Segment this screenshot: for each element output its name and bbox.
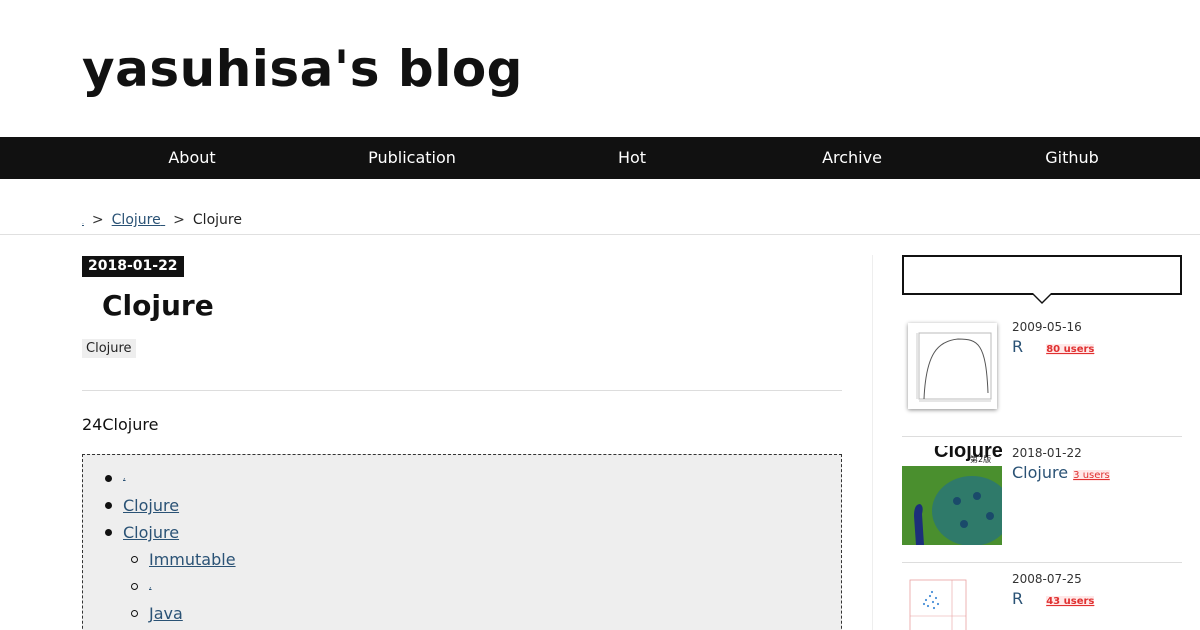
breadcrumb-divider [0,234,1200,235]
nav-bar: About Publication Hot Archive Github [0,137,1200,179]
list-bullet [105,529,112,536]
hot-entry-title[interactable]: Clojure 3 users [1012,463,1110,482]
nav-archive[interactable]: Archive [742,137,962,179]
nav-hot[interactable]: Hot [522,137,742,179]
post-date-badge[interactable]: 2018-01-22 [82,256,184,277]
breadcrumb-separator: > [173,212,185,228]
breadcrumb: . > Clojure > Clojure [82,212,242,228]
list-bullet [131,610,138,617]
hot-entry-date: 2018-01-22 [1012,446,1082,460]
nav-publication[interactable]: Publication [302,137,522,179]
hot-entry-title-text[interactable]: R [1012,337,1023,356]
site-title[interactable]: yasuhisa's blog [82,40,523,98]
post-main: 2018-01-22 Clojure Clojure 24Clojure , C… [82,255,842,630]
hot-entry-date: 2009-05-16 [1012,320,1082,334]
toc-item[interactable]: Java [149,604,183,623]
hot-entry-divider [902,562,1182,563]
hot-entry-divider [902,436,1182,437]
toc-item[interactable]: Clojure [123,496,179,515]
hot-entry-title[interactable]: R 43 users [1012,589,1095,608]
scatter-thumbnail[interactable] [908,576,968,630]
book-cover-subtitle: 第2版 [970,455,992,464]
toc-item[interactable]: Clojure [123,523,197,542]
post-tag[interactable]: Clojure [82,339,136,358]
plot-thumbnail[interactable] [908,323,997,409]
post-intro: 24Clojure [82,415,159,434]
hot-entry-users[interactable]: 80 users [1046,344,1095,355]
list-bullet [105,502,112,509]
table-of-contents: , Clojure Clojure Immutable , Java [82,454,842,630]
search-tail [1033,293,1051,302]
toc-item[interactable]: Immutable [149,550,236,569]
list-bullet [131,556,138,563]
hot-entry-title[interactable]: R 80 users [1012,337,1095,356]
breadcrumb-current: Clojure [192,212,242,228]
nav-about[interactable]: About [82,137,302,179]
book-cover-thumbnail[interactable]: Clojure 第2版 [902,446,1002,545]
breadcrumb-home-link[interactable]: . [82,219,84,226]
hot-entry-users[interactable]: 43 users [1046,596,1095,607]
book-cover-title: Clojure [934,446,1002,462]
list-bullet [131,583,138,590]
sidebar-divider [872,255,873,630]
hot-entry-title-text[interactable]: Clojure [1012,463,1068,482]
hot-entry-title-text[interactable]: R [1012,589,1023,608]
search-input[interactable] [902,255,1182,295]
toc-item[interactable]: , [149,581,152,590]
post-title[interactable]: Clojure [102,289,214,322]
post-divider [82,390,842,391]
breadcrumb-category-link[interactable]: Clojure [112,212,161,228]
breadcrumb-separator: > [91,212,104,228]
nav-github[interactable]: Github [962,137,1182,179]
hot-entry-date: 2008-07-25 [1012,572,1082,586]
toc-item[interactable]: , [123,472,126,481]
hot-entry-users[interactable]: 3 users [1073,470,1110,481]
list-bullet [105,475,112,482]
